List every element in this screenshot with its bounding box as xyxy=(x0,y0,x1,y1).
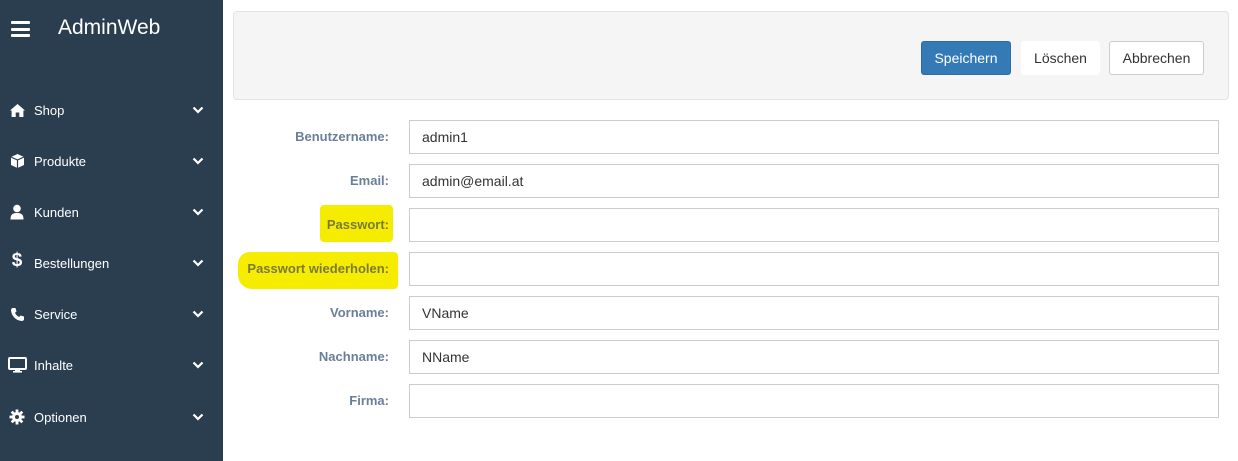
chevron-down-icon xyxy=(192,106,204,114)
form-row-password-repeat: Passwort wiederholen: xyxy=(223,252,1238,286)
password-repeat-field[interactable] xyxy=(409,252,1219,286)
sidebar-item-service[interactable]: Service xyxy=(0,295,223,333)
sidebar: AdminWeb Shop Produkte Kunden $ Bestellu… xyxy=(0,0,223,461)
chevron-down-icon xyxy=(192,413,204,421)
cancel-button[interactable]: Abbrechen xyxy=(1109,41,1204,75)
username-label: Benutzername: xyxy=(295,129,389,144)
lastname-field[interactable] xyxy=(409,340,1219,374)
sidebar-item-label: Kunden xyxy=(34,205,79,220)
form-row-username: Benutzername: xyxy=(223,120,1238,154)
user-icon xyxy=(8,203,26,221)
chevron-down-icon xyxy=(192,157,204,165)
sidebar-item-shop[interactable]: Shop xyxy=(0,91,223,129)
sidebar-item-optionen[interactable]: Optionen xyxy=(0,398,223,436)
app-title: AdminWeb xyxy=(58,16,161,39)
chevron-down-icon xyxy=(192,310,204,318)
sidebar-item-kunden[interactable]: Kunden xyxy=(0,193,223,231)
sidebar-item-label: Shop xyxy=(34,103,65,118)
username-field[interactable] xyxy=(409,120,1219,154)
sidebar-item-label: Inhalte xyxy=(34,358,74,373)
firstname-field[interactable] xyxy=(409,296,1219,330)
gear-icon xyxy=(8,408,26,426)
sidebar-item-label: Bestellungen xyxy=(34,256,110,271)
sidebar-item-label: Produkte xyxy=(34,154,87,169)
form-row-password: Passwort: xyxy=(223,208,1238,242)
email-label: Email: xyxy=(349,173,389,188)
sidebar-item-bestellungen[interactable]: $ Bestellungen xyxy=(0,244,223,282)
email-field[interactable] xyxy=(409,164,1219,198)
password-label: Passwort: xyxy=(326,217,389,232)
phone-icon xyxy=(8,305,26,323)
delete-button[interactable]: Löschen xyxy=(1021,41,1100,75)
home-icon xyxy=(8,101,26,119)
form-row-firstname: Vorname: xyxy=(223,296,1238,330)
chevron-down-icon xyxy=(192,361,204,369)
save-button[interactable]: Speichern xyxy=(921,41,1011,75)
sidebar-item-produkte[interactable]: Produkte xyxy=(0,142,223,180)
company-field[interactable] xyxy=(409,384,1219,418)
main-content: Speichern Löschen Abbrechen Benutzername… xyxy=(223,0,1238,461)
password-field[interactable] xyxy=(409,208,1219,242)
form-row-company: Firma: xyxy=(223,384,1238,418)
lastname-label: Nachname: xyxy=(318,349,389,364)
monitor-icon xyxy=(7,356,27,374)
sidebar-item-label: Optionen xyxy=(34,410,87,425)
password-repeat-label: Passwort wiederholen: xyxy=(247,261,389,276)
form-row-lastname: Nachname: xyxy=(223,340,1238,374)
form-row-email: Email: xyxy=(223,164,1238,198)
firstname-label: Vorname: xyxy=(330,305,389,320)
sidebar-item-label: Service xyxy=(34,307,78,322)
sidebar-item-inhalte[interactable]: Inhalte xyxy=(0,346,223,384)
cube-icon xyxy=(8,152,26,170)
dollar-icon: $ xyxy=(11,250,23,271)
chevron-down-icon xyxy=(192,259,204,267)
company-label: Firma: xyxy=(349,393,389,408)
chevron-down-icon xyxy=(192,208,204,216)
action-toolbar: Speichern Löschen Abbrechen xyxy=(233,11,1229,100)
brand-header: AdminWeb xyxy=(0,0,223,58)
menu-toggle-icon[interactable] xyxy=(11,21,30,37)
